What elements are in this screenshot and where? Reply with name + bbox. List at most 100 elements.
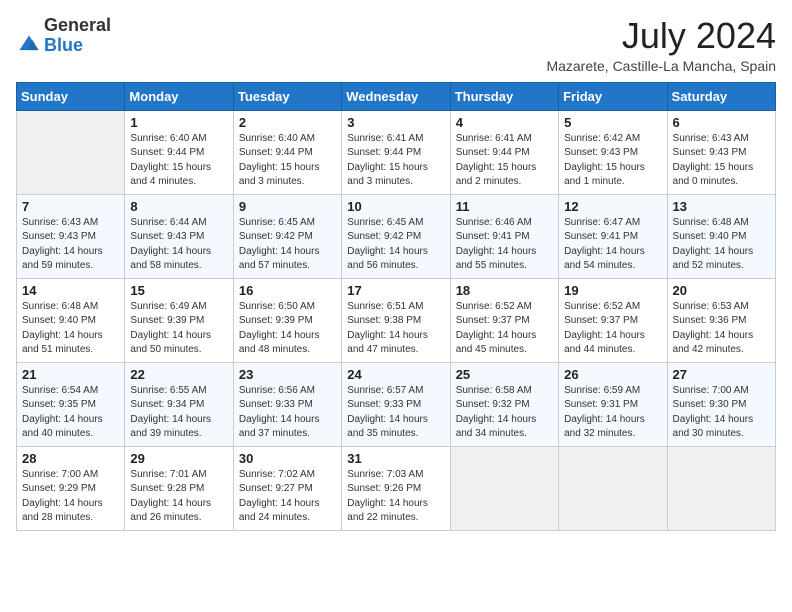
day-number: 21 — [22, 367, 119, 382]
day-number: 31 — [347, 451, 444, 466]
calendar-cell: 20 Sunrise: 6:53 AMSunset: 9:36 PMDayligh… — [667, 278, 775, 362]
day-number: 13 — [673, 199, 770, 214]
day-info: Sunrise: 6:52 AMSunset: 9:37 PMDaylight:… — [564, 300, 661, 358]
calendar-cell: 8 Sunrise: 6:44 AMSunset: 9:43 PMDaylight… — [125, 194, 233, 278]
calendar-cell: 5 Sunrise: 6:42 AMSunset: 9:43 PMDaylight… — [559, 110, 667, 194]
calendar-cell: 19 Sunrise: 6:52 AMSunset: 9:37 PMDayligh… — [559, 278, 667, 362]
day-number: 2 — [239, 115, 336, 130]
calendar-cell — [450, 446, 558, 530]
day-info: Sunrise: 7:02 AMSunset: 9:27 PMDaylight:… — [239, 468, 336, 526]
calendar-cell: 12 Sunrise: 6:47 AMSunset: 9:41 PMDayligh… — [559, 194, 667, 278]
day-info: Sunrise: 6:40 AMSunset: 9:44 PMDaylight:… — [130, 132, 227, 190]
calendar-week-row: 7 Sunrise: 6:43 AMSunset: 9:43 PMDaylight… — [17, 194, 776, 278]
day-number: 19 — [564, 283, 661, 298]
calendar-cell: 28 Sunrise: 7:00 AMSunset: 9:29 PMDayligh… — [17, 446, 125, 530]
calendar-cell: 13 Sunrise: 6:48 AMSunset: 9:40 PMDayligh… — [667, 194, 775, 278]
day-info: Sunrise: 6:42 AMSunset: 9:43 PMDaylight:… — [564, 132, 661, 190]
day-number: 12 — [564, 199, 661, 214]
page-header: General Blue July 2024 Mazarete, Castill… — [16, 16, 776, 74]
calendar-cell: 24 Sunrise: 6:57 AMSunset: 9:33 PMDayligh… — [342, 362, 450, 446]
calendar-cell: 17 Sunrise: 6:51 AMSunset: 9:38 PMDayligh… — [342, 278, 450, 362]
calendar-week-row: 1 Sunrise: 6:40 AMSunset: 9:44 PMDaylight… — [17, 110, 776, 194]
logo-general: General — [44, 16, 111, 36]
header-sunday: Sunday — [17, 82, 125, 110]
day-number: 10 — [347, 199, 444, 214]
day-number: 7 — [22, 199, 119, 214]
calendar-cell: 4 Sunrise: 6:41 AMSunset: 9:44 PMDaylight… — [450, 110, 558, 194]
day-info: Sunrise: 6:47 AMSunset: 9:41 PMDaylight:… — [564, 216, 661, 274]
calendar-cell: 9 Sunrise: 6:45 AMSunset: 9:42 PMDaylight… — [233, 194, 341, 278]
day-info: Sunrise: 6:40 AMSunset: 9:44 PMDaylight:… — [239, 132, 336, 190]
day-info: Sunrise: 6:43 AMSunset: 9:43 PMDaylight:… — [22, 216, 119, 274]
calendar-cell — [17, 110, 125, 194]
day-number: 29 — [130, 451, 227, 466]
day-number: 5 — [564, 115, 661, 130]
calendar-cell: 14Sunrise: 6:48 AMSunset: 9:40 PMDayligh… — [17, 278, 125, 362]
calendar-cell: 26 Sunrise: 6:59 AMSunset: 9:31 PMDayligh… — [559, 362, 667, 446]
day-info: Sunrise: 6:58 AMSunset: 9:32 PMDaylight:… — [456, 384, 553, 442]
day-info: Sunrise: 7:00 AMSunset: 9:30 PMDaylight:… — [673, 384, 770, 442]
day-info: Sunrise: 7:03 AMSunset: 9:26 PMDaylight:… — [347, 468, 444, 526]
day-info: Sunrise: 6:57 AMSunset: 9:33 PMDaylight:… — [347, 384, 444, 442]
calendar-cell: 7 Sunrise: 6:43 AMSunset: 9:43 PMDaylight… — [17, 194, 125, 278]
day-number: 3 — [347, 115, 444, 130]
calendar-cell: 2 Sunrise: 6:40 AMSunset: 9:44 PMDaylight… — [233, 110, 341, 194]
day-info: Sunrise: 6:51 AMSunset: 9:38 PMDaylight:… — [347, 300, 444, 358]
day-number: 14 — [22, 283, 119, 298]
day-info: Sunrise: 6:48 AMSunset: 9:40 PMDaylight:… — [673, 216, 770, 274]
calendar-cell: 23 Sunrise: 6:56 AMSunset: 9:33 PMDayligh… — [233, 362, 341, 446]
calendar-cell: 18 Sunrise: 6:52 AMSunset: 9:37 PMDayligh… — [450, 278, 558, 362]
day-number: 17 — [347, 283, 444, 298]
logo: General Blue — [16, 16, 111, 56]
calendar-week-row: 28 Sunrise: 7:00 AMSunset: 9:29 PMDayligh… — [17, 446, 776, 530]
header-monday: Monday — [125, 82, 233, 110]
day-number: 11 — [456, 199, 553, 214]
day-info: Sunrise: 6:52 AMSunset: 9:37 PMDaylight:… — [456, 300, 553, 358]
logo-icon — [18, 34, 40, 56]
header-tuesday: Tuesday — [233, 82, 341, 110]
day-info: Sunrise: 6:41 AMSunset: 9:44 PMDaylight:… — [456, 132, 553, 190]
day-number: 16 — [239, 283, 336, 298]
day-info: Sunrise: 6:50 AMSunset: 9:39 PMDaylight:… — [239, 300, 336, 358]
day-number: 27 — [673, 367, 770, 382]
calendar-cell — [559, 446, 667, 530]
day-info: Sunrise: 6:44 AMSunset: 9:43 PMDaylight:… — [130, 216, 227, 274]
day-info: Sunrise: 7:00 AMSunset: 9:29 PMDaylight:… — [22, 468, 119, 526]
day-info: Sunrise: 6:46 AMSunset: 9:41 PMDaylight:… — [456, 216, 553, 274]
day-number: 24 — [347, 367, 444, 382]
day-number: 8 — [130, 199, 227, 214]
calendar-cell: 1 Sunrise: 6:40 AMSunset: 9:44 PMDaylight… — [125, 110, 233, 194]
day-info: Sunrise: 6:43 AMSunset: 9:43 PMDaylight:… — [673, 132, 770, 190]
header-wednesday: Wednesday — [342, 82, 450, 110]
calendar-cell: 31 Sunrise: 7:03 AMSunset: 9:26 PMDayligh… — [342, 446, 450, 530]
calendar-week-row: 14Sunrise: 6:48 AMSunset: 9:40 PMDayligh… — [17, 278, 776, 362]
day-info: Sunrise: 6:56 AMSunset: 9:33 PMDaylight:… — [239, 384, 336, 442]
day-number: 30 — [239, 451, 336, 466]
header-saturday: Saturday — [667, 82, 775, 110]
day-number: 26 — [564, 367, 661, 382]
calendar-cell: 11 Sunrise: 6:46 AMSunset: 9:41 PMDayligh… — [450, 194, 558, 278]
day-number: 23 — [239, 367, 336, 382]
day-info: Sunrise: 6:53 AMSunset: 9:36 PMDaylight:… — [673, 300, 770, 358]
day-info: Sunrise: 6:55 AMSunset: 9:34 PMDaylight:… — [130, 384, 227, 442]
day-number: 6 — [673, 115, 770, 130]
day-number: 20 — [673, 283, 770, 298]
day-number: 1 — [130, 115, 227, 130]
header-thursday: Thursday — [450, 82, 558, 110]
calendar-cell: 30 Sunrise: 7:02 AMSunset: 9:27 PMDayligh… — [233, 446, 341, 530]
calendar-cell: 27 Sunrise: 7:00 AMSunset: 9:30 PMDayligh… — [667, 362, 775, 446]
day-number: 4 — [456, 115, 553, 130]
day-info: Sunrise: 6:59 AMSunset: 9:31 PMDaylight:… — [564, 384, 661, 442]
day-number: 9 — [239, 199, 336, 214]
calendar-cell: 29Sunrise: 7:01 AMSunset: 9:28 PMDayligh… — [125, 446, 233, 530]
calendar-week-row: 21Sunrise: 6:54 AMSunset: 9:35 PMDayligh… — [17, 362, 776, 446]
location-subtitle: Mazarete, Castille-La Mancha, Spain — [546, 58, 776, 74]
calendar-cell: 6 Sunrise: 6:43 AMSunset: 9:43 PMDaylight… — [667, 110, 775, 194]
day-number: 28 — [22, 451, 119, 466]
calendar-cell: 10Sunrise: 6:45 AMSunset: 9:42 PMDayligh… — [342, 194, 450, 278]
calendar-header-row: SundayMondayTuesdayWednesdayThursdayFrid… — [17, 82, 776, 110]
day-info: Sunrise: 6:45 AMSunset: 9:42 PMDaylight:… — [239, 216, 336, 274]
day-number: 22 — [130, 367, 227, 382]
title-block: July 2024 Mazarete, Castille-La Mancha, … — [546, 16, 776, 74]
day-number: 18 — [456, 283, 553, 298]
